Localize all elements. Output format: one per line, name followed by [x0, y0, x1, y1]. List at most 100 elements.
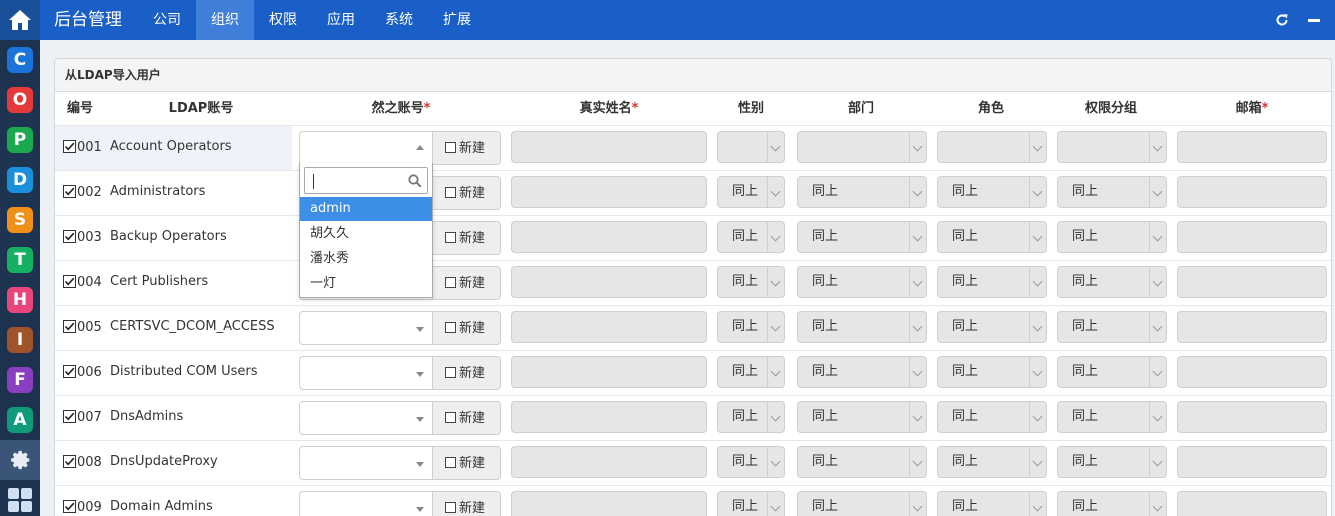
row-checkbox[interactable]	[63, 455, 76, 468]
row-checkbox[interactable]	[63, 365, 76, 378]
gender-select[interactable]: 同上	[717, 401, 785, 433]
role-select[interactable]: 同上	[937, 176, 1047, 208]
group-select[interactable]: 同上	[1057, 491, 1167, 516]
dept-select[interactable]: 同上	[797, 176, 927, 208]
role-select[interactable]: 同上	[937, 446, 1047, 478]
group-select[interactable]: 同上	[1057, 356, 1167, 388]
nav-item-5[interactable]: 扩展	[428, 0, 486, 40]
dept-select[interactable]: 同上	[797, 491, 927, 516]
refresh-icon[interactable]	[1275, 13, 1289, 27]
email-input[interactable]	[1177, 356, 1327, 388]
ranzhi-account-select[interactable]	[299, 446, 433, 480]
row-checkbox[interactable]	[63, 275, 76, 288]
dropdown-option[interactable]: admin	[300, 197, 432, 221]
group-select[interactable]: 同上	[1057, 311, 1167, 343]
new-account-toggle[interactable]: 新建	[433, 266, 501, 300]
realname-input[interactable]	[511, 311, 707, 343]
gender-select[interactable]	[717, 131, 785, 163]
new-checkbox[interactable]	[445, 277, 456, 288]
new-checkbox[interactable]	[445, 322, 456, 333]
role-select[interactable]: 同上	[937, 401, 1047, 433]
dept-select[interactable]: 同上	[797, 266, 927, 298]
new-account-toggle[interactable]: 新建	[433, 221, 501, 255]
email-input[interactable]	[1177, 446, 1327, 478]
gender-select[interactable]: 同上	[717, 446, 785, 478]
email-input[interactable]	[1177, 311, 1327, 343]
ranzhi-account-select[interactable]	[299, 401, 433, 435]
gender-select[interactable]: 同上	[717, 176, 785, 208]
ranzhi-account-select[interactable]	[299, 491, 433, 516]
email-input[interactable]	[1177, 131, 1327, 163]
nav-item-2[interactable]: 权限	[254, 0, 312, 40]
email-input[interactable]	[1177, 221, 1327, 253]
all-apps-button[interactable]	[0, 480, 40, 516]
group-select[interactable]: 同上	[1057, 176, 1167, 208]
gender-select[interactable]: 同上	[717, 311, 785, 343]
role-select[interactable]: 同上	[937, 311, 1047, 343]
app-t-button[interactable]: T	[0, 240, 40, 280]
ranzhi-account-select[interactable]	[299, 356, 433, 390]
minimize-icon[interactable]	[1307, 13, 1321, 27]
dept-select[interactable]: 同上	[797, 221, 927, 253]
new-checkbox[interactable]	[445, 232, 456, 243]
new-account-toggle[interactable]: 新建	[433, 401, 501, 435]
app-h-button[interactable]: H	[0, 280, 40, 320]
new-checkbox[interactable]	[445, 142, 456, 153]
new-account-toggle[interactable]: 新建	[433, 131, 501, 165]
home-button[interactable]	[0, 0, 40, 40]
app-o-button[interactable]: O	[0, 80, 40, 120]
row-checkbox[interactable]	[63, 500, 76, 513]
row-checkbox[interactable]	[63, 185, 76, 198]
realname-input[interactable]	[511, 221, 707, 253]
dept-select[interactable]: 同上	[797, 401, 927, 433]
nav-item-4[interactable]: 系统	[370, 0, 428, 40]
realname-input[interactable]	[511, 131, 707, 163]
row-checkbox[interactable]	[63, 140, 76, 153]
gender-select[interactable]: 同上	[717, 356, 785, 388]
dropdown-option[interactable]: 胡久久	[300, 222, 432, 246]
role-select[interactable]: 同上	[937, 266, 1047, 298]
nav-item-0[interactable]: 公司	[138, 0, 196, 40]
email-input[interactable]	[1177, 491, 1327, 516]
ranzhi-account-select[interactable]	[299, 311, 433, 345]
dept-select[interactable]: 同上	[797, 311, 927, 343]
dropdown-option[interactable]: 潘水秀	[300, 247, 432, 271]
app-s-button[interactable]: S	[0, 200, 40, 240]
app-p-button[interactable]: P	[0, 120, 40, 160]
role-select[interactable]	[937, 131, 1047, 163]
new-account-toggle[interactable]: 新建	[433, 311, 501, 345]
new-account-toggle[interactable]: 新建	[433, 176, 501, 210]
role-select[interactable]: 同上	[937, 356, 1047, 388]
new-checkbox[interactable]	[445, 502, 456, 513]
app-c-button[interactable]: C	[0, 40, 40, 80]
row-checkbox[interactable]	[63, 230, 76, 243]
dept-select[interactable]	[797, 131, 927, 163]
app-a-button[interactable]: A	[0, 400, 40, 440]
new-account-toggle[interactable]: 新建	[433, 356, 501, 390]
new-checkbox[interactable]	[445, 187, 456, 198]
group-select[interactable]: 同上	[1057, 446, 1167, 478]
nav-item-3[interactable]: 应用	[312, 0, 370, 40]
dropdown-search-input[interactable]	[304, 167, 428, 194]
new-checkbox[interactable]	[445, 412, 456, 423]
group-select[interactable]: 同上	[1057, 221, 1167, 253]
settings-button[interactable]	[0, 440, 40, 480]
role-select[interactable]: 同上	[937, 491, 1047, 516]
realname-input[interactable]	[511, 356, 707, 388]
group-select[interactable]: 同上	[1057, 401, 1167, 433]
new-checkbox[interactable]	[445, 457, 456, 468]
new-checkbox[interactable]	[445, 367, 456, 378]
email-input[interactable]	[1177, 176, 1327, 208]
dept-select[interactable]: 同上	[797, 356, 927, 388]
role-select[interactable]: 同上	[937, 221, 1047, 253]
realname-input[interactable]	[511, 266, 707, 298]
gender-select[interactable]: 同上	[717, 491, 785, 516]
nav-item-1[interactable]: 组织	[196, 0, 254, 40]
email-input[interactable]	[1177, 266, 1327, 298]
row-checkbox[interactable]	[63, 410, 76, 423]
row-checkbox[interactable]	[63, 320, 76, 333]
app-d-button[interactable]: D	[0, 160, 40, 200]
ranzhi-account-select[interactable]	[299, 131, 433, 165]
gender-select[interactable]: 同上	[717, 221, 785, 253]
email-input[interactable]	[1177, 401, 1327, 433]
